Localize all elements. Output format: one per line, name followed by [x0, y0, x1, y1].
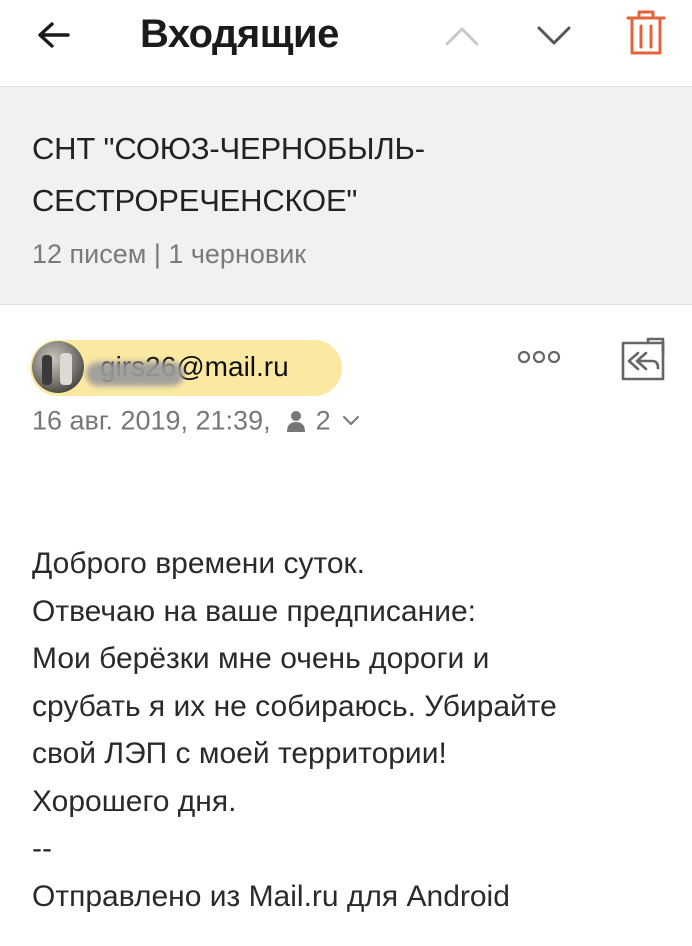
trash-icon: [626, 10, 666, 55]
body-line: Мои берёзки мне очень дороги и: [32, 642, 490, 675]
redaction-blur: [86, 362, 184, 386]
person-icon: [287, 410, 306, 432]
page-title: Входящие: [140, 12, 339, 56]
message-date: 16 авг. 2019, 21:39,: [32, 405, 271, 436]
reply-all-button[interactable]: [620, 336, 666, 382]
back-button[interactable]: [34, 16, 74, 56]
body-line: срубать я их не собираюсь. Убирайте: [32, 689, 557, 723]
message-body: Доброго времени суток. Отвечаю на ваше п…: [32, 540, 672, 920]
more-actions-button[interactable]: [516, 346, 562, 368]
body-line: Отвечаю на ваше предписание:: [32, 594, 476, 628]
avatar: [32, 341, 84, 393]
message-meta: 16 авг. 2019, 21:39, 2: [32, 404, 360, 436]
arrow-left-icon: [38, 22, 70, 48]
delete-button[interactable]: [624, 8, 668, 58]
next-thread-button[interactable]: [534, 18, 574, 54]
sender-chip[interactable]: girs26@mail.ru: [30, 340, 342, 396]
top-bar: Входящие: [0, 0, 692, 87]
thread-subject: СНТ "СОЮЗ-ЧЕРНОБЫЛЬ-СЕСТРОРЕЧЕНСКОЕ": [32, 131, 425, 218]
thread-counts: 12 писем | 1 черновик: [32, 239, 307, 269]
chevron-down-icon[interactable]: [342, 414, 360, 428]
chevron-up-icon: [445, 27, 479, 46]
body-line: свой ЛЭП с моей территории!: [32, 737, 447, 770]
thread-header: СНТ "СОЮЗ-ЧЕРНОБЫЛЬ-СЕСТРОРЕЧЕНСКОЕ" 12 …: [0, 87, 692, 305]
body-line: Доброго времени суток.: [32, 547, 366, 580]
previous-thread-button[interactable]: [442, 18, 482, 54]
body-line: Хорошего дня.: [32, 784, 237, 818]
body-line: Отправлено из Mail.ru для Android: [32, 879, 510, 913]
more-dots-icon: [517, 350, 561, 364]
chevron-down-icon: [537, 26, 571, 45]
body-line: --: [32, 832, 52, 865]
recipients-count[interactable]: 2: [316, 405, 331, 435]
reply-all-icon: [621, 337, 665, 381]
